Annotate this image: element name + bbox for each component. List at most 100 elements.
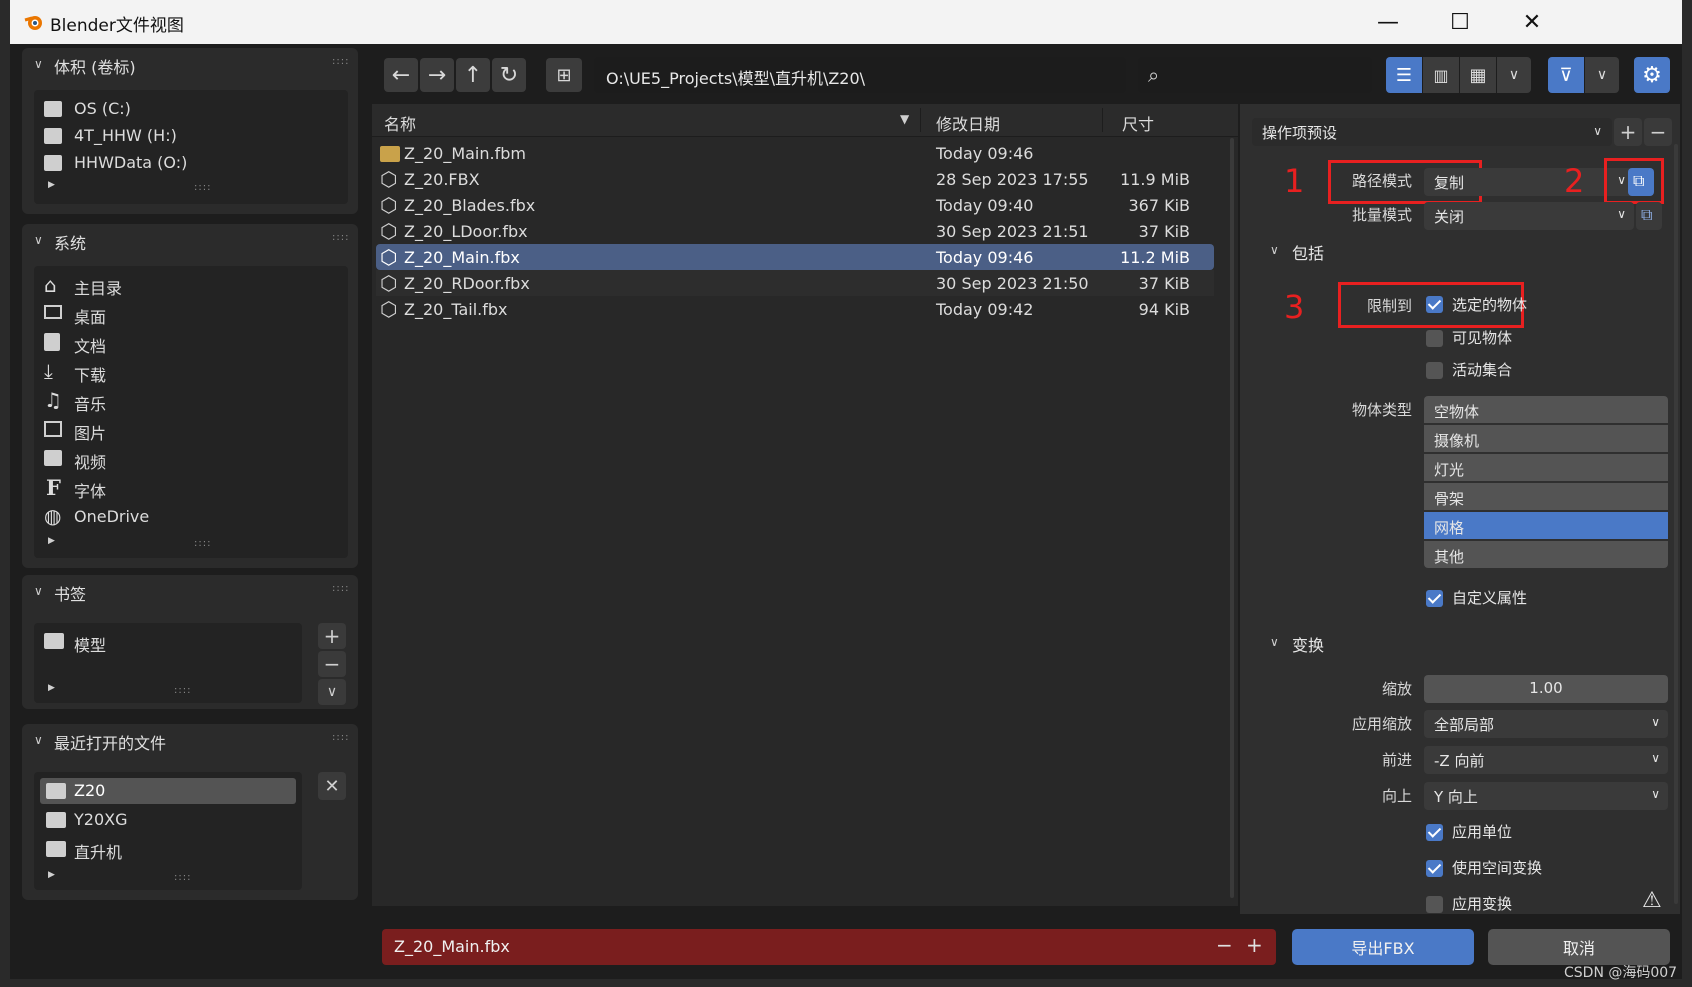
add-bookmark-button[interactable]: + xyxy=(318,623,346,649)
system-item-downloads[interactable]: ⤓ 下载 xyxy=(44,359,344,385)
parent-dir-button[interactable]: ↑ xyxy=(456,58,490,92)
collapse-chevron-icon[interactable]: ∨ xyxy=(34,733,43,747)
object-type-light[interactable]: 灯光 xyxy=(1424,454,1668,481)
search-input[interactable]: ⌕ xyxy=(1138,57,1372,93)
bookmark-menu-button[interactable]: ∨ xyxy=(318,679,346,705)
maximize-button[interactable]: ☐ xyxy=(1425,0,1495,44)
object-type-armature[interactable]: 骨架 xyxy=(1424,483,1668,510)
drag-grip-icon[interactable]: :::: xyxy=(332,56,349,67)
active-collection-checkbox[interactable] xyxy=(1426,362,1443,379)
apply-scale-dropdown[interactable]: 全部局部 ∨ xyxy=(1424,710,1668,738)
clear-recent-button[interactable]: ✕ xyxy=(318,772,346,800)
expand-triangle-icon[interactable]: ▶ xyxy=(48,180,55,190)
add-preset-button[interactable]: + xyxy=(1614,118,1642,146)
system-item-onedrive[interactable]: ◍ OneDrive xyxy=(44,504,344,530)
column-divider[interactable] xyxy=(920,108,921,132)
system-item-fonts[interactable]: F 字体 xyxy=(44,475,344,501)
drag-grip-icon[interactable]: :::: xyxy=(332,732,349,743)
file-row-selected[interactable]: ⬡ Z_20_Main.fbx Today 09:46 11.2 MiB xyxy=(376,244,1214,270)
expand-triangle-icon[interactable]: ▶ xyxy=(48,536,55,546)
visible-objects-checkbox[interactable] xyxy=(1426,330,1443,347)
column-divider[interactable] xyxy=(1102,108,1103,132)
file-row[interactable]: Z_20_Main.fbm Today 09:46 xyxy=(376,140,1214,166)
horizontal-list-view-button[interactable]: ▥ xyxy=(1423,57,1459,93)
vertical-list-view-button[interactable]: ☰ xyxy=(1386,57,1422,93)
sort-descending-icon[interactable]: ▼ xyxy=(900,112,909,126)
apply-transform-checkbox[interactable] xyxy=(1426,896,1443,913)
drag-grip-icon[interactable]: :::: xyxy=(332,232,349,243)
system-item-documents[interactable]: 文档 xyxy=(44,330,344,356)
collapse-chevron-icon[interactable]: ∨ xyxy=(1270,243,1279,257)
new-folder-button[interactable]: ⊞ xyxy=(546,58,582,92)
system-item-music[interactable]: ♫ 音乐 xyxy=(44,388,344,414)
embed-textures-toggle[interactable]: ⧉ xyxy=(1628,168,1654,196)
filter-toggle-button[interactable]: ⊽ xyxy=(1548,57,1584,93)
remove-bookmark-button[interactable]: − xyxy=(318,651,346,677)
forward-button[interactable]: → xyxy=(420,58,454,92)
file-row[interactable]: ⬡ Z_20.FBX 28 Sep 2023 17:55 11.9 MiB xyxy=(376,166,1214,192)
system-item-pictures[interactable]: 图片 xyxy=(44,417,344,443)
resize-grip-icon[interactable]: :::: xyxy=(194,538,211,549)
column-name-header[interactable]: 名称 xyxy=(384,111,416,135)
collapse-chevron-icon[interactable]: ∨ xyxy=(1270,635,1279,649)
apply-unit-checkbox[interactable] xyxy=(1426,824,1443,841)
recent-item[interactable]: 直升机 xyxy=(40,836,296,862)
properties-scrollbar[interactable] xyxy=(1674,144,1678,904)
volume-item[interactable]: 4T_HHW (H:) xyxy=(44,125,344,149)
back-button[interactable]: ← xyxy=(384,58,418,92)
refresh-button[interactable]: ↻ xyxy=(492,58,526,92)
batch-mode-dropdown[interactable]: 关闭 ∨ xyxy=(1424,202,1634,230)
recent-item[interactable]: Y20XG xyxy=(40,807,296,833)
file-row[interactable]: ⬡ Z_20_Blades.fbx Today 09:40 367 KiB xyxy=(376,192,1214,218)
file-row[interactable]: ⬡ Z_20_LDoor.fbx 30 Sep 2023 21:51 37 Ki… xyxy=(376,218,1214,244)
include-section-title[interactable]: 包括 xyxy=(1292,240,1324,264)
transform-section-title[interactable]: 变换 xyxy=(1292,632,1324,656)
resize-grip-icon[interactable]: :::: xyxy=(194,182,211,193)
collapse-chevron-icon[interactable]: ∨ xyxy=(34,584,43,598)
minimize-button[interactable]: — xyxy=(1353,0,1423,44)
increment-filename-button[interactable]: + xyxy=(1246,933,1263,957)
file-row[interactable]: ⬡ Z_20_Tail.fbx Today 09:42 94 KiB xyxy=(376,296,1214,322)
object-type-other[interactable]: 其他 xyxy=(1424,541,1668,568)
filter-settings-dropdown[interactable]: ∨ xyxy=(1585,57,1619,93)
batch-own-dir-toggle[interactable]: ⧉ xyxy=(1636,202,1662,230)
volume-item[interactable]: OS (C:) xyxy=(44,98,344,122)
thumbnail-view-button[interactable]: ▦ xyxy=(1460,57,1496,93)
export-fbx-button[interactable]: 导出FBX xyxy=(1292,929,1474,965)
cancel-button[interactable]: 取消 xyxy=(1488,929,1670,965)
expand-triangle-icon[interactable]: ▶ xyxy=(48,870,55,880)
filename-field[interactable]: Z_20_Main.fbx − + xyxy=(382,929,1276,965)
column-size-header[interactable]: 尺寸 xyxy=(1122,111,1154,135)
use-space-transform-checkbox[interactable] xyxy=(1426,860,1443,877)
bookmark-item[interactable]: 模型 xyxy=(44,629,294,655)
up-axis-dropdown[interactable]: Y 向上 ∨ xyxy=(1424,782,1668,810)
decrement-filename-button[interactable]: − xyxy=(1216,933,1233,957)
settings-toggle-button[interactable]: ⚙ xyxy=(1634,57,1670,93)
scale-number-field[interactable]: 1.00 xyxy=(1424,675,1668,703)
resize-grip-icon[interactable]: :::: xyxy=(174,685,191,696)
close-window-button[interactable]: ✕ xyxy=(1497,0,1567,44)
object-type-empty[interactable]: 空物体 xyxy=(1424,396,1668,423)
file-row[interactable]: ⬡ Z_20_RDoor.fbx 30 Sep 2023 21:50 37 Ki… xyxy=(376,270,1214,296)
display-settings-dropdown[interactable]: ∨ xyxy=(1497,57,1531,93)
system-item-desktop[interactable]: 桌面 xyxy=(44,301,344,327)
collapse-chevron-icon[interactable]: ∨ xyxy=(34,233,43,247)
forward-axis-dropdown[interactable]: -Z 向前 ∨ xyxy=(1424,746,1668,774)
selected-objects-checkbox[interactable] xyxy=(1426,296,1443,313)
path-field[interactable]: O:\UE5_Projects\模型\直升机\Z20\ xyxy=(594,57,1126,93)
object-type-mesh[interactable]: 网格 xyxy=(1424,512,1668,539)
recent-item[interactable]: Z20 xyxy=(40,778,296,804)
path-mode-dropdown[interactable]: 复制 ∨ xyxy=(1424,168,1634,196)
collapse-chevron-icon[interactable]: ∨ xyxy=(34,57,43,71)
object-type-camera[interactable]: 摄像机 xyxy=(1424,425,1668,452)
column-date-header[interactable]: 修改日期 xyxy=(936,111,1000,135)
resize-grip-icon[interactable]: :::: xyxy=(174,872,191,883)
file-list-scrollbar[interactable] xyxy=(1230,138,1234,898)
expand-triangle-icon[interactable]: ▶ xyxy=(48,683,55,693)
custom-properties-checkbox[interactable] xyxy=(1426,590,1443,607)
remove-preset-button[interactable]: − xyxy=(1644,118,1672,146)
system-item-videos[interactable]: 视频 xyxy=(44,446,344,472)
operator-presets-dropdown[interactable]: 操作项预设 ∨ xyxy=(1252,118,1612,146)
drag-grip-icon[interactable]: :::: xyxy=(332,583,349,594)
system-item-home[interactable]: ⌂ 主目录 xyxy=(44,272,344,298)
